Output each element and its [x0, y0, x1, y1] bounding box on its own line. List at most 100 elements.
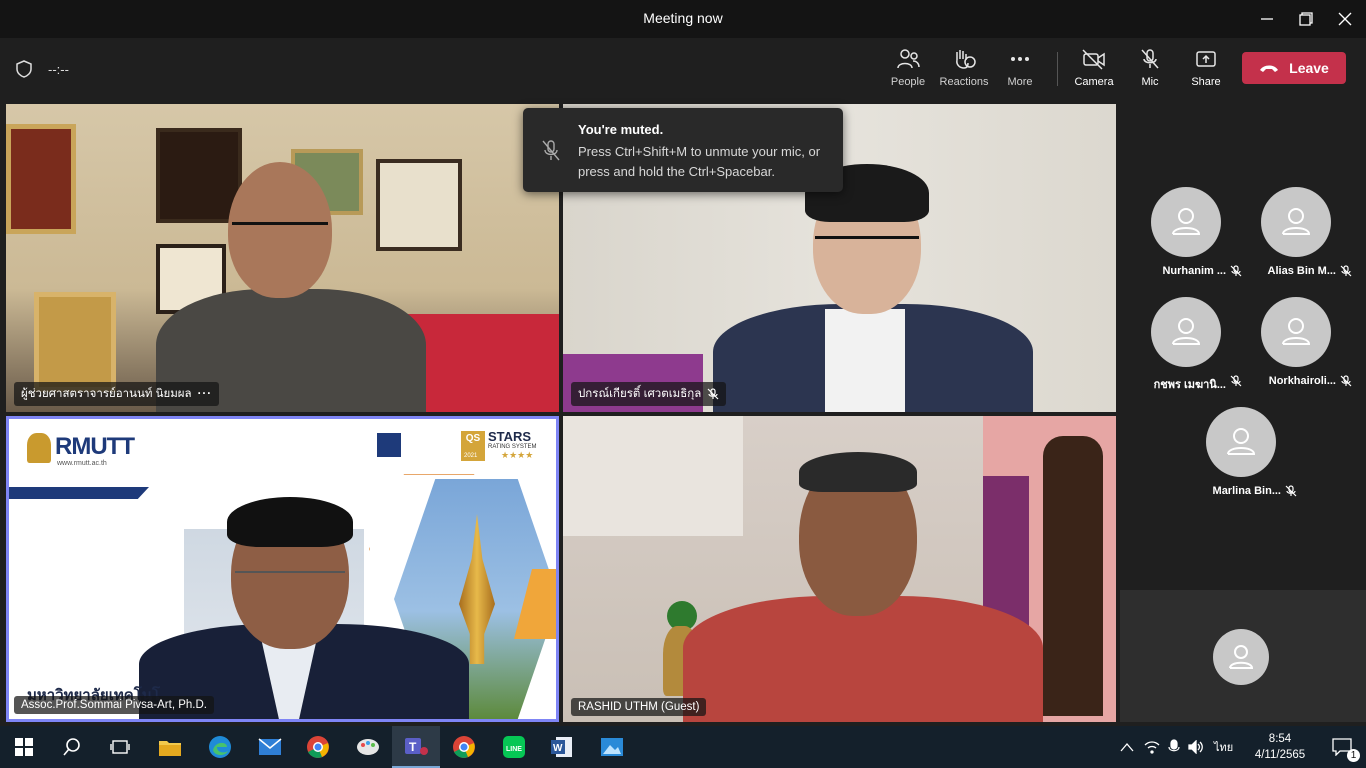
mic-off-icon — [707, 388, 719, 400]
start-button[interactable] — [0, 726, 48, 768]
wall-painting — [156, 128, 242, 223]
stars-title: STARS — [488, 429, 532, 444]
roster-participant[interactable]: Norkhairoli... — [1240, 297, 1352, 397]
self-view[interactable] — [1120, 590, 1366, 722]
edge-app[interactable] — [196, 726, 244, 768]
chrome-icon — [307, 736, 329, 758]
participant-name: RASHID UTHM (Guest) — [578, 701, 700, 713]
mic-off-icon — [1141, 49, 1159, 69]
participant-name: Assoc.Prof.Sommai Pivsa-Art, Ph.D. — [21, 699, 207, 711]
roster-participant[interactable]: กชพร เมฆานิ... — [1130, 297, 1242, 397]
people-label: People — [890, 76, 926, 88]
mail-app[interactable] — [246, 726, 294, 768]
participant-name-tag: ผู้ช่วยศาสตราจารย์อานนท์ นิยมผล ··· — [14, 382, 220, 406]
qs-text: QS — [465, 433, 481, 444]
chevron-up-icon[interactable] — [1120, 742, 1134, 752]
mail-icon — [258, 738, 282, 755]
person-icon — [1172, 208, 1201, 235]
microphone-icon[interactable] — [1168, 739, 1180, 755]
task-view-icon — [110, 740, 130, 754]
wall-painting — [34, 292, 116, 392]
slide-stripe — [9, 487, 149, 499]
roster-name: Norkhairoli... — [1268, 375, 1336, 387]
reactions-button[interactable]: Reactions — [936, 48, 992, 94]
video-tile-4[interactable]: RASHID UTHM (Guest) — [563, 416, 1116, 722]
teams-icon: T — [405, 738, 428, 755]
avatar — [1261, 297, 1331, 367]
person-icon — [1229, 645, 1254, 669]
search-button[interactable] — [48, 726, 96, 768]
more-options-icon[interactable]: ··· — [198, 388, 213, 400]
svg-text:T: T — [409, 740, 417, 754]
red-cloth — [406, 314, 559, 412]
leave-label: Leave — [1289, 60, 1329, 76]
star-rating: ★★★★ — [501, 450, 534, 460]
university-emblem — [27, 433, 51, 463]
mic-off-icon — [1340, 375, 1352, 387]
reactions-icon — [956, 50, 976, 69]
rmutt-logo: RMUTT — [55, 433, 135, 460]
notification-center-button[interactable]: 1 — [1318, 726, 1366, 768]
roster-participant[interactable]: Alias Bin M... — [1240, 187, 1352, 287]
roster-name: Alias Bin M... — [1267, 265, 1336, 277]
photos-icon — [601, 738, 623, 756]
wall-painting — [376, 159, 462, 251]
avatar — [1151, 187, 1221, 257]
windows-taskbar: T LINE W ไทย 8:54 4/11/2565 1 — [0, 726, 1366, 768]
toast-title: You're muted. — [578, 122, 664, 137]
photos-app[interactable] — [588, 726, 636, 768]
chrome-app[interactable] — [294, 726, 342, 768]
title-bar: Meeting now — [0, 0, 1366, 38]
network-icon[interactable] — [1144, 740, 1160, 754]
toast-body: Press Ctrl+Shift+M to unmute your mic, o… — [578, 144, 821, 179]
share-button[interactable]: Share — [1178, 48, 1234, 94]
rating-year: 2021 — [464, 453, 478, 459]
notification-count: 1 — [1347, 749, 1360, 762]
roster-participant[interactable]: Marlina Bin... — [1185, 407, 1297, 507]
roster-name: Nurhanim ... — [1162, 265, 1226, 277]
participant-name-tag: RASHID UTHM (Guest) — [571, 698, 707, 716]
slide-url: www.rmutt.ac.th — [57, 460, 107, 467]
teams-app[interactable]: T — [392, 726, 440, 768]
people-button[interactable]: People — [880, 48, 936, 94]
camera-button[interactable]: Camera — [1066, 48, 1122, 94]
svg-text:LINE: LINE — [506, 746, 522, 753]
video-tile-1[interactable]: ผู้ช่วยศาสตราจารย์อานนท์ นิยมผล ··· — [6, 104, 559, 412]
hair — [227, 497, 353, 547]
word-app[interactable]: W — [538, 726, 586, 768]
muted-notification: You're muted. Press Ctrl+Shift+M to unmu… — [523, 108, 843, 192]
file-explorer-app[interactable] — [146, 726, 194, 768]
roster-participant[interactable]: Nurhanim ... — [1130, 187, 1242, 287]
person-icon — [1172, 318, 1201, 345]
paint-app[interactable] — [344, 726, 392, 768]
more-button[interactable]: More — [992, 48, 1048, 94]
volume-icon[interactable] — [1188, 740, 1204, 754]
asic-logo — [377, 433, 401, 457]
line-app[interactable]: LINE — [490, 726, 538, 768]
restore-icon — [1299, 12, 1313, 26]
mic-button[interactable]: Mic — [1122, 48, 1178, 94]
participant-name: ผู้ช่วยศาสตราจารย์อานนท์ นิยมผล — [21, 388, 192, 400]
mic-label: Mic — [1141, 76, 1159, 88]
close-button[interactable] — [1322, 0, 1366, 38]
video-tile-3[interactable]: RMUTT www.rmutt.ac.th QS STARS RATING SY… — [6, 416, 559, 722]
system-tray: ไทย — [1120, 726, 1233, 768]
avatar — [1261, 187, 1331, 257]
leave-button[interactable]: Leave — [1242, 52, 1346, 84]
task-view-button[interactable] — [96, 726, 144, 768]
person-head — [228, 162, 332, 298]
camera-label: Camera — [1074, 76, 1114, 88]
clock[interactable]: 8:54 4/11/2565 — [1250, 731, 1310, 763]
asic-text — [406, 433, 458, 461]
roster-name: กชพร เมฆานิ... — [1153, 379, 1226, 391]
person-icon — [1282, 318, 1311, 345]
participant-name-tag: Assoc.Prof.Sommai Pivsa-Art, Ph.D. — [14, 696, 214, 714]
wall-painting — [6, 124, 76, 234]
language-indicator[interactable]: ไทย — [1214, 738, 1233, 756]
chrome-profile-app[interactable] — [440, 726, 488, 768]
close-icon — [1338, 12, 1352, 26]
word-icon: W — [551, 737, 572, 757]
door — [1043, 436, 1103, 716]
people-icon — [897, 49, 920, 69]
paint-icon — [357, 739, 379, 755]
